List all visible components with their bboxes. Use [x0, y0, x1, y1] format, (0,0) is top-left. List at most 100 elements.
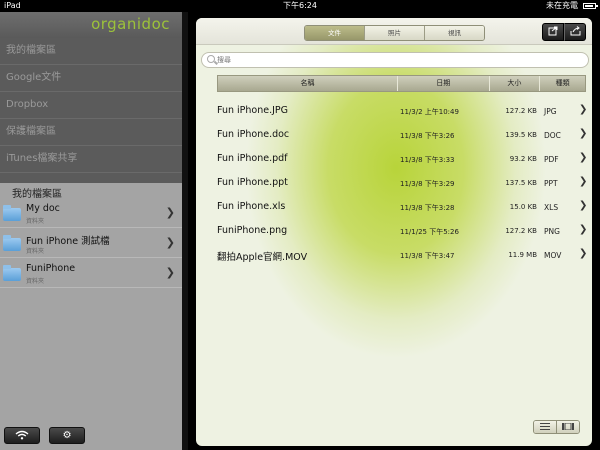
- folder-icon: [3, 265, 21, 281]
- table-row[interactable]: Fun iPhone.ppt 11/3/8 下午3:29 137.5 KB PP…: [217, 176, 592, 200]
- main-area: 文件 照片 視訊 搜尋 名稱 日期 大小 種類 Fun iPhone.JPG 1…: [188, 12, 600, 450]
- status-bar: iPad 下午6:24 未在充電: [0, 0, 600, 12]
- list-view-button[interactable]: [534, 421, 556, 433]
- logo-bar: organidoc: [0, 12, 182, 38]
- file-size: 15.0 KB: [509, 203, 537, 211]
- file-size: 127.2 KB: [505, 107, 537, 115]
- search-icon: [207, 55, 215, 63]
- source-item-dropbox[interactable]: Dropbox: [0, 92, 182, 119]
- file-size: 139.5 KB: [505, 131, 537, 139]
- search-input[interactable]: [217, 54, 577, 65]
- file-name: Fun iPhone.ppt: [217, 177, 288, 188]
- charge-status: 未在充電: [546, 1, 578, 10]
- folder-item[interactable]: Fun iPhone 測試檔 資料夾 ❯: [0, 228, 182, 258]
- file-date: 11/1/25 下午5:26: [400, 228, 459, 236]
- search-bar[interactable]: [201, 52, 589, 68]
- file-list: Fun iPhone.JPG 11/3/2 上午10:49 127.2 KB J…: [217, 104, 592, 272]
- file-type: JPG: [544, 107, 557, 116]
- file-name: Fun iPhone.JPG: [217, 105, 288, 116]
- table-row[interactable]: Fun iPhone.xls 11/3/8 下午3:28 15.0 KB XLS…: [217, 200, 592, 224]
- source-list: 我的檔案區 Google文件 Dropbox 保護檔案區 iTunes檔案共享: [0, 38, 182, 183]
- file-name: Fun iPhone.doc: [217, 129, 290, 140]
- source-item-itunes-sharing[interactable]: iTunes檔案共享: [0, 146, 182, 173]
- settings-button[interactable]: ⚙: [49, 427, 86, 444]
- chevron-right-icon: ❯: [579, 176, 588, 187]
- folder-list: My doc 資料夾 ❯ Fun iPhone 測試檔 資料夾 ❯ FuniPh…: [0, 198, 182, 288]
- segment-videos[interactable]: 視訊: [424, 26, 484, 40]
- file-size: 93.2 KB: [509, 155, 537, 163]
- column-header-date[interactable]: 日期: [397, 76, 489, 91]
- export-icon: [548, 26, 558, 36]
- table-row[interactable]: Fun iPhone.doc 11/3/8 下午3:26 139.5 KB DO…: [217, 128, 592, 152]
- table-header: 名稱 日期 大小 種類: [217, 75, 586, 92]
- toolbar-actions: [542, 23, 586, 41]
- file-name: Fun iPhone.xls: [217, 201, 286, 212]
- file-type: PPT: [544, 179, 558, 188]
- panel-toolbar: 文件 照片 視訊: [196, 18, 592, 45]
- folder-item[interactable]: FuniPhone 資料夾 ❯: [0, 258, 182, 288]
- chevron-right-icon: ❯: [579, 200, 588, 211]
- file-type: MOV: [544, 251, 562, 260]
- chevron-right-icon: ❯: [579, 104, 588, 115]
- chevron-right-icon: ❯: [579, 248, 588, 259]
- folder-subtitle: 資料夾: [26, 248, 45, 255]
- file-size: 11.9 MB: [508, 251, 537, 259]
- column-header-type[interactable]: 種類: [539, 76, 585, 91]
- segment-photos[interactable]: 照片: [364, 26, 424, 40]
- table-row[interactable]: Fun iPhone.JPG 11/3/2 上午10:49 127.2 KB J…: [217, 104, 592, 128]
- file-type: XLS: [544, 203, 559, 212]
- list-view-icon: [540, 423, 550, 430]
- share-button[interactable]: [564, 23, 586, 41]
- file-date: 11/3/8 下午3:28: [400, 204, 455, 212]
- chevron-right-icon: ❯: [579, 152, 588, 163]
- share-icon: [570, 26, 580, 36]
- column-header-name[interactable]: 名稱: [218, 76, 397, 91]
- file-date: 11/3/8 下午3:33: [400, 156, 455, 164]
- column-header-size[interactable]: 大小: [488, 76, 540, 91]
- gear-icon: ⚙: [62, 430, 72, 441]
- status-time: 下午6:24: [283, 1, 317, 10]
- file-date: 11/3/8 下午3:26: [400, 132, 455, 140]
- table-row[interactable]: 翻拍Apple官網.MOV 11/3/8 下午3:47 11.9 MB MOV …: [217, 248, 592, 272]
- grid-view-icon: [562, 422, 574, 431]
- file-name: FuniPhone.png: [217, 225, 288, 236]
- chevron-right-icon: ❯: [579, 224, 588, 235]
- chevron-right-icon: ❯: [579, 128, 588, 139]
- chevron-right-icon: ❯: [165, 266, 175, 279]
- export-button[interactable]: [542, 23, 564, 41]
- file-name: Fun iPhone.pdf: [217, 153, 288, 164]
- folder-name: FuniPhone: [26, 263, 76, 274]
- file-date: 11/3/2 上午10:49: [400, 108, 459, 116]
- file-type: PNG: [544, 227, 560, 236]
- folder-item[interactable]: My doc 資料夾 ❯: [0, 198, 182, 228]
- folder-subtitle: 資料夾: [26, 218, 45, 225]
- chevron-right-icon: ❯: [165, 206, 175, 219]
- battery-icon: [583, 3, 598, 9]
- segment-documents[interactable]: 文件: [305, 26, 364, 40]
- folder-subtitle: 資料夾: [26, 278, 45, 285]
- file-date: 11/3/8 下午3:29: [400, 180, 455, 188]
- file-type: DOC: [544, 131, 561, 140]
- sidebar: organidoc 我的檔案區 Google文件 Dropbox 保護檔案區 i…: [0, 12, 182, 450]
- wifi-icon: [15, 430, 29, 440]
- grid-view-button[interactable]: [556, 421, 579, 433]
- file-size: 137.5 KB: [505, 179, 537, 187]
- view-mode-toggle: [533, 420, 580, 434]
- file-type: PDF: [544, 155, 559, 164]
- media-type-segmented-control: 文件 照片 視訊: [304, 25, 485, 41]
- file-name: 翻拍Apple官網.MOV: [217, 252, 308, 263]
- source-item-google-docs[interactable]: Google文件: [0, 65, 182, 92]
- sidebar-bottom-toolbar: ⚙: [4, 427, 89, 446]
- folder-name: My doc: [26, 203, 60, 214]
- file-size: 127.2 KB: [505, 227, 537, 235]
- app-logo: organidoc: [91, 15, 170, 33]
- folder-icon: [3, 205, 21, 221]
- table-row[interactable]: Fun iPhone.pdf 11/3/8 下午3:33 93.2 KB PDF…: [217, 152, 592, 176]
- source-item-protected[interactable]: 保護檔案區: [0, 119, 182, 146]
- source-item-my-files[interactable]: 我的檔案區: [0, 38, 182, 65]
- wifi-button[interactable]: [4, 427, 40, 444]
- chevron-right-icon: ❯: [165, 236, 175, 249]
- folder-name: Fun iPhone 測試檔: [26, 236, 110, 247]
- table-row[interactable]: FuniPhone.png 11/1/25 下午5:26 127.2 KB PN…: [217, 224, 592, 248]
- folder-icon: [3, 235, 21, 251]
